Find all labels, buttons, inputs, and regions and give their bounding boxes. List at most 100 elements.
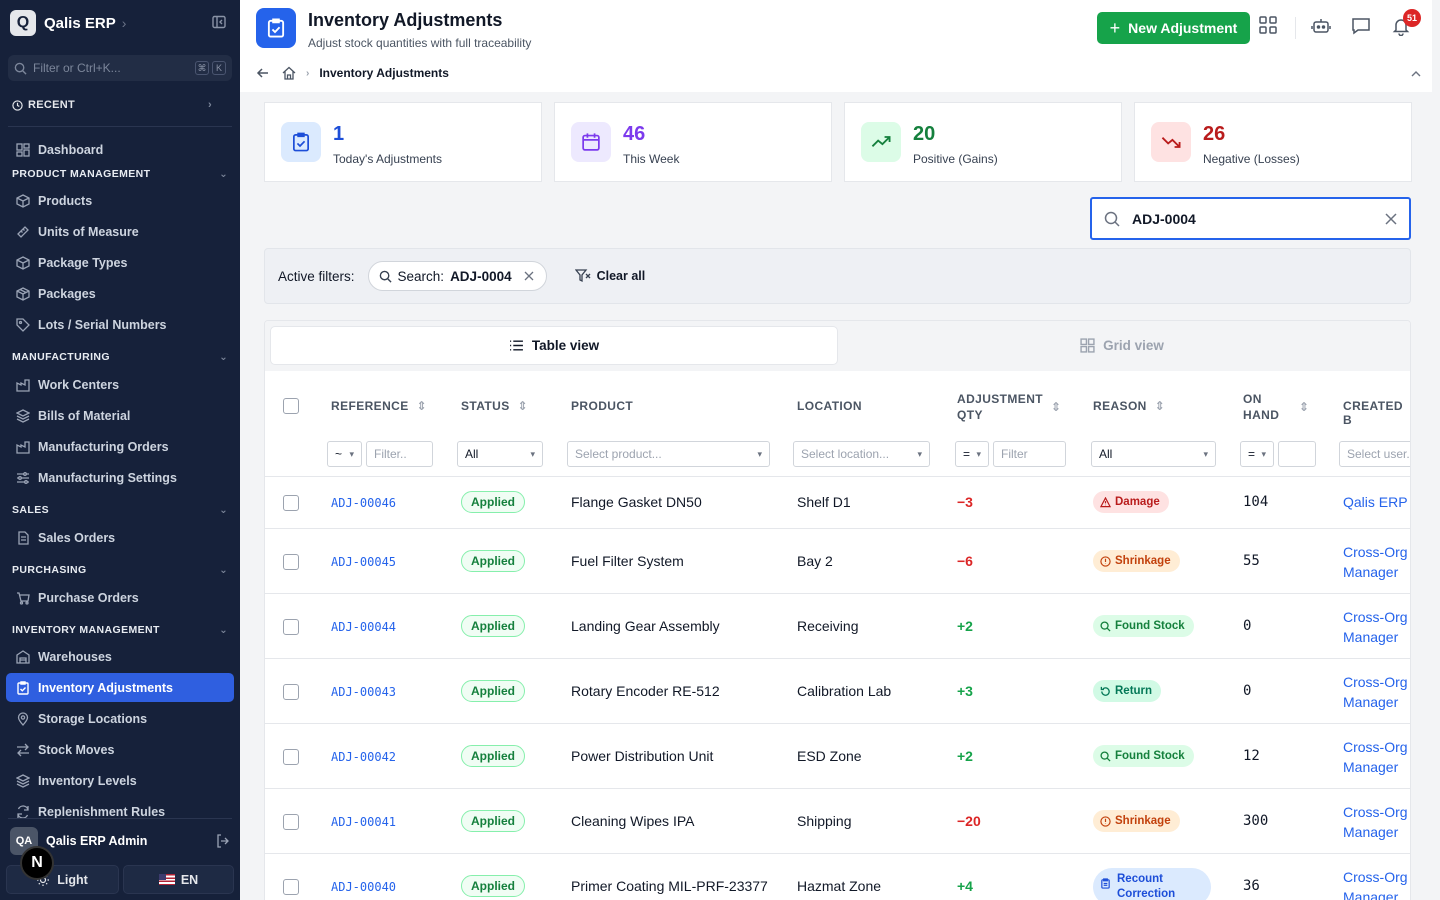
app-logo: Q [10, 10, 36, 36]
tab-grid-view[interactable]: Grid view [838, 326, 1406, 365]
section-product-management[interactable]: PRODUCT MANAGEMENT ⌄ [12, 168, 228, 180]
sidebar-item-bills-of-material[interactable]: Bills of Material [6, 401, 234, 430]
row-checkbox[interactable] [283, 495, 299, 511]
row-checkbox[interactable] [283, 749, 299, 765]
recent-section[interactable]: RECENT › [12, 99, 212, 111]
onhand-filter-input[interactable] [1278, 441, 1316, 467]
sidebar-item-dashboard[interactable]: Dashboard [6, 135, 234, 164]
sidebar-item-manufacturing-settings[interactable]: Manufacturing Settings [6, 463, 234, 492]
product-filter-select[interactable]: Select product... ▾ [567, 441, 770, 467]
status-filter-select[interactable]: All ▾ [457, 441, 543, 467]
qty-operator-select[interactable]: = ▾ [955, 441, 989, 467]
row-checkbox[interactable] [283, 684, 299, 700]
sidebar-filter-input[interactable]: Filter or Ctrl+K... ⌘ K [8, 55, 232, 81]
section-purchasing[interactable]: PURCHASING ⌄ [12, 564, 228, 576]
sidebar-item-manufacturing-orders[interactable]: Manufacturing Orders [6, 432, 234, 461]
clear-search-icon[interactable] [1385, 212, 1397, 225]
reference-link[interactable]: ADJ-00041 [331, 815, 396, 829]
remove-filter-icon[interactable] [524, 271, 534, 281]
sidebar-item-storage-locations[interactable]: Storage Locations [6, 704, 234, 733]
reference-link[interactable]: ADJ-00040 [331, 880, 396, 894]
reason-badge: Recount Correction [1093, 868, 1211, 900]
created-by-link[interactable]: Cross-Org Manager [1343, 802, 1408, 842]
factory-icon [15, 377, 31, 393]
reference-filter-input[interactable]: Filter.. [366, 441, 433, 467]
brand[interactable]: Q Qalis ERP › [10, 10, 126, 36]
sidebar-item-lots-serial[interactable]: Lots / Serial Numbers [6, 310, 234, 339]
column-header-adjustment-qty[interactable]: ADJUSTMENT QTY ⇕ [957, 391, 1061, 423]
notification-count-badge: 51 [1403, 9, 1421, 27]
back-arrow-icon[interactable] [256, 66, 270, 80]
reference-link[interactable]: ADJ-00042 [331, 750, 396, 764]
created-by-link[interactable]: Cross-Org Manager [1343, 867, 1408, 900]
sidebar-item-label: Bills of Material [38, 408, 131, 423]
clear-all-button[interactable]: Clear all [574, 268, 645, 284]
created-by-link[interactable]: Cross-Org Manager [1343, 542, 1408, 582]
created-by-link[interactable]: Cross-Org Manager [1343, 607, 1408, 647]
page-scrollbar[interactable] [1432, 0, 1440, 900]
sidebar-item-sales-orders[interactable]: Sales Orders [6, 523, 234, 552]
sidebar-item-inventory-adjustments[interactable]: Inventory Adjustments [6, 673, 234, 702]
reference-link[interactable]: ADJ-00045 [331, 555, 396, 569]
created-by-link[interactable]: Qalis ERP A [1343, 492, 1410, 512]
search-input[interactable]: ADJ-0004 [1090, 197, 1411, 240]
sidebar-item-packages[interactable]: Packages [6, 279, 234, 308]
grid-icon [1080, 338, 1095, 353]
column-label: REASON [1093, 399, 1147, 413]
sidebar-item-inventory-levels[interactable]: Inventory Levels [6, 766, 234, 795]
column-header-status[interactable]: STATUS ⇕ [461, 399, 528, 413]
logout-icon[interactable] [216, 834, 230, 848]
created-by-link[interactable]: Cross-Org Manager [1343, 672, 1408, 712]
breadcrumb-current: Inventory Adjustments [319, 66, 449, 80]
reference-operator-select[interactable]: ~ ▾ [327, 441, 362, 467]
location-filter-select[interactable]: Select location... ▾ [793, 441, 930, 467]
n-badge[interactable]: N [20, 846, 54, 880]
reference-link[interactable]: ADJ-00046 [331, 496, 396, 510]
column-header-reference[interactable]: REFERENCE ⇕ [331, 399, 427, 413]
chevron-up-icon[interactable] [1410, 68, 1422, 80]
reference-link[interactable]: ADJ-00044 [331, 620, 396, 634]
row-checkbox[interactable] [283, 879, 299, 895]
filter-chip-search[interactable]: Search: ADJ-0004 [367, 261, 547, 291]
sidebar-item-stock-moves[interactable]: Stock Moves [6, 735, 234, 764]
trending-down-icon [1151, 122, 1191, 162]
product-name: Power Distribution Unit [571, 748, 714, 764]
robot-icon[interactable] [1311, 16, 1331, 36]
sidebar-item-products[interactable]: Products [6, 186, 234, 215]
sidebar-item-package-types[interactable]: Package Types [6, 248, 234, 277]
row-checkbox[interactable] [283, 814, 299, 830]
home-icon[interactable] [282, 66, 296, 80]
created-by-link[interactable]: Cross-Org Manager [1343, 737, 1408, 777]
sidebar-item-warehouses[interactable]: Warehouses [6, 642, 234, 671]
divider [265, 853, 1410, 854]
row-checkbox[interactable] [283, 619, 299, 635]
on-hand-value: 55 [1243, 553, 1260, 569]
section-manufacturing[interactable]: MANUFACTURING ⌄ [12, 351, 228, 363]
select-all-checkbox[interactable] [283, 398, 299, 414]
language-button[interactable]: EN [123, 865, 234, 894]
sidebar-item-units-of-measure[interactable]: Units of Measure [6, 217, 234, 246]
qty-filter-input[interactable]: Filter [993, 441, 1066, 467]
apps-grid-icon[interactable] [1259, 16, 1277, 34]
column-label: STATUS [461, 399, 510, 413]
row-checkbox[interactable] [283, 554, 299, 570]
sidebar-item-purchase-orders[interactable]: Purchase Orders [6, 583, 234, 612]
clipboard-icon [1101, 878, 1110, 889]
column-header-reason[interactable]: REASON ⇕ [1093, 399, 1165, 413]
section-inventory-management[interactable]: INVENTORY MANAGEMENT ⌄ [12, 624, 228, 636]
onhand-operator-select[interactable]: = ▾ [1240, 441, 1274, 467]
reference-link[interactable]: ADJ-00043 [331, 685, 396, 699]
reason-filter-select[interactable]: All ▾ [1091, 441, 1216, 467]
search-icon [1104, 211, 1120, 227]
tab-table-view[interactable]: Table view [270, 326, 838, 365]
chat-icon[interactable] [1351, 16, 1371, 36]
section-label: MANUFACTURING [12, 351, 110, 363]
sidebar-item-work-centers[interactable]: Work Centers [6, 370, 234, 399]
column-header-on-hand[interactable]: ON HAND ⇕ [1243, 391, 1309, 423]
filter-value: All [1099, 447, 1113, 461]
sidebar-collapse-icon[interactable] [212, 15, 226, 29]
user-filter-select[interactable]: Select user... [1339, 441, 1410, 467]
box-icon [15, 193, 31, 209]
new-adjustment-button[interactable]: + New Adjustment [1097, 12, 1250, 44]
section-sales[interactable]: SALES ⌄ [12, 504, 228, 516]
